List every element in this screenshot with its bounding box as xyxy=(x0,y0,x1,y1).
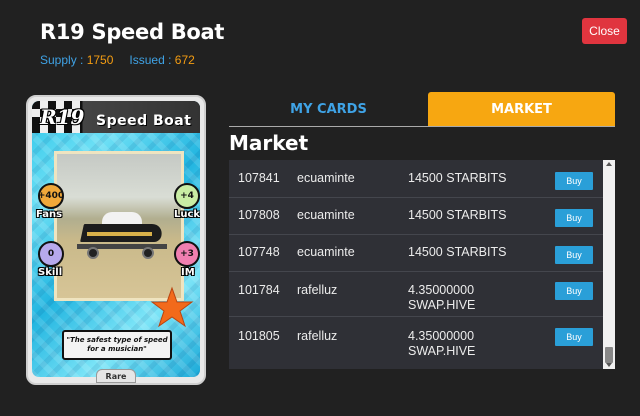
issued-label: Issued : xyxy=(129,53,175,67)
starfish-icon xyxy=(150,286,194,328)
card-type: Speed Boat xyxy=(96,113,192,129)
supply-label: Supply : xyxy=(40,53,87,67)
boat-photo xyxy=(54,151,184,301)
rarity-badge: Rare xyxy=(96,369,136,383)
fans-stat-label: Fans xyxy=(36,209,63,220)
supply-info: Supply : 1750 Issued : 672 xyxy=(40,53,195,67)
listing-id: 101784 xyxy=(238,283,280,297)
listing-price: 4.35000000 SWAP.HIVE xyxy=(408,283,476,312)
listing-id: 107748 xyxy=(238,245,280,259)
card-image: R19 Speed Boat +400 Fans +4 Luck 0 Skill… xyxy=(26,95,206,385)
tab-my-cards[interactable]: MY CARDS xyxy=(229,92,428,126)
seller-name: rafelluz xyxy=(297,283,338,297)
card-code: R19 xyxy=(40,105,85,129)
seller-name: ecuaminte xyxy=(297,171,355,185)
tab-bar: MY CARDS MARKET xyxy=(229,92,615,126)
luck-stat-label: Luck xyxy=(174,209,200,220)
listing-price: 14500 STARBITS xyxy=(408,208,507,222)
im-stat-icon: +3 xyxy=(174,241,200,267)
table-row: 107808 ecuaminte 14500 STARBITS Buy xyxy=(229,198,603,235)
table-row: 101805 rafelluz 4.35000000 SWAP.HIVE Buy xyxy=(229,317,603,369)
issued-value: 672 xyxy=(174,53,195,67)
tab-divider xyxy=(229,126,615,127)
listing-price: 14500 STARBITS xyxy=(408,171,507,185)
buy-button[interactable]: Buy xyxy=(555,172,593,190)
listing-id: 107841 xyxy=(238,171,280,185)
luck-stat-icon: +4 xyxy=(174,183,200,209)
buy-button[interactable]: Buy xyxy=(555,282,593,300)
im-stat-label: IM xyxy=(181,267,195,278)
skill-stat-icon: 0 xyxy=(38,241,64,267)
buy-button[interactable]: Buy xyxy=(555,246,593,264)
listing-id: 101805 xyxy=(238,329,280,343)
listing-id: 107808 xyxy=(238,208,280,222)
seller-name: ecuaminte xyxy=(297,245,355,259)
buy-button[interactable]: Buy xyxy=(555,209,593,227)
listing-price: 4.35000000 SWAP.HIVE xyxy=(408,329,476,358)
market-scrollbar[interactable] xyxy=(603,160,615,369)
table-row: 101784 rafelluz 4.35000000 SWAP.HIVE Buy xyxy=(229,272,603,317)
market-table: 107841 ecuaminte 14500 STARBITS Buy 1078… xyxy=(229,160,603,369)
table-row: 107841 ecuaminte 14500 STARBITS Buy xyxy=(229,160,603,198)
listing-price: 14500 STARBITS xyxy=(408,245,507,259)
fans-stat-icon: +400 xyxy=(38,183,64,209)
scroll-down-arrow-icon[interactable] xyxy=(606,363,612,367)
table-row: 107748 ecuaminte 14500 STARBITS Buy xyxy=(229,235,603,272)
supply-value: 1750 xyxy=(86,53,114,67)
modal-title: R19 Speed Boat xyxy=(40,20,225,44)
scroll-up-arrow-icon[interactable] xyxy=(606,162,612,166)
card-quote: "The safest type of speed for a musician… xyxy=(62,330,172,360)
tab-market[interactable]: MARKET xyxy=(428,92,615,126)
seller-name: rafelluz xyxy=(297,329,338,343)
market-heading: Market xyxy=(229,131,309,155)
close-button[interactable]: Close xyxy=(582,18,627,44)
buy-button[interactable]: Buy xyxy=(555,328,593,346)
scroll-thumb[interactable] xyxy=(605,347,613,363)
card-frame: R19 Speed Boat +400 Fans +4 Luck 0 Skill… xyxy=(32,101,200,377)
skill-stat-label: Skill xyxy=(38,267,63,278)
seller-name: ecuaminte xyxy=(297,208,355,222)
